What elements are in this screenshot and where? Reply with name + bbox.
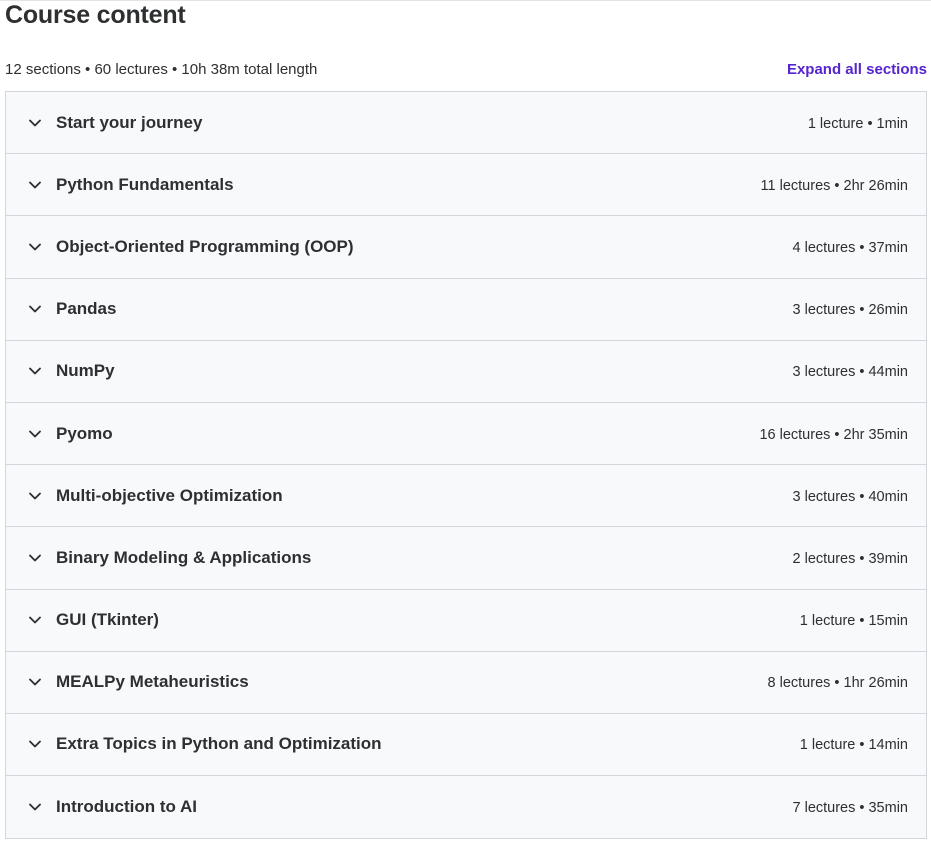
- section-row[interactable]: NumPy 3 lectures • 44min: [6, 340, 926, 403]
- chevron-down-icon: [28, 737, 42, 751]
- section-row[interactable]: Multi-objective Optimization 3 lectures …: [6, 465, 926, 528]
- section-meta: 3 lectures • 26min: [792, 302, 909, 319]
- section-row[interactable]: Pandas 3 lectures • 26min: [6, 278, 926, 341]
- chevron-down-icon: [28, 800, 42, 814]
- section-title: Object-Oriented Programming (OOP): [56, 236, 354, 256]
- chevron-down-icon: [28, 364, 42, 378]
- chevron-down-icon: [28, 613, 42, 627]
- section-title: MEALPy Metaheuristics: [56, 672, 249, 692]
- page-title: Course content: [5, 1, 186, 29]
- section-title: Introduction to AI: [56, 797, 198, 817]
- section-row[interactable]: Object-Oriented Programming (OOP) 4 lect…: [6, 216, 926, 279]
- section-meta: 11 lectures • 2hr 26min: [760, 177, 908, 194]
- section-title: Pyomo: [56, 423, 113, 443]
- section-title: Pandas: [56, 299, 117, 319]
- section-meta: 8 lectures • 1hr 26min: [767, 675, 908, 692]
- section-row[interactable]: Extra Topics in Python and Optimization …: [6, 713, 926, 777]
- section-title: Binary Modeling & Applications: [56, 547, 312, 567]
- section-row[interactable]: GUI (Tkinter) 1 lecture • 15min: [6, 589, 926, 652]
- course-summary: 12 sections • 60 lectures • 10h 38m tota…: [5, 60, 318, 78]
- section-row[interactable]: Python Fundamentals 11 lectures • 2hr 26…: [6, 154, 926, 217]
- chevron-down-icon: [28, 675, 42, 689]
- chevron-down-icon: [28, 302, 42, 316]
- section-list: Start your journey 1 lecture • 1min Pyth…: [5, 91, 927, 840]
- section-row[interactable]: MEALPy Metaheuristics 8 lectures • 1hr 2…: [6, 651, 926, 714]
- chevron-down-icon: [28, 551, 42, 565]
- section-meta: 3 lectures • 44min: [792, 364, 909, 381]
- chevron-down-icon: [28, 178, 42, 192]
- expand-all-sections-button[interactable]: Expand all sections: [787, 61, 927, 78]
- section-meta: 7 lectures • 35min: [792, 800, 909, 817]
- section-row[interactable]: Start your journey 1 lecture • 1min: [6, 92, 926, 155]
- chevron-down-icon: [28, 427, 42, 441]
- section-meta: 3 lectures • 40min: [792, 488, 909, 505]
- section-meta: 4 lectures • 37min: [792, 239, 909, 256]
- course-summary-row: 12 sections • 60 lectures • 10h 38m tota…: [5, 58, 927, 80]
- section-title: Extra Topics in Python and Optimization: [56, 734, 382, 754]
- section-meta: 1 lecture • 15min: [799, 613, 908, 630]
- section-title: Start your journey: [56, 112, 203, 132]
- chevron-down-icon: [28, 116, 42, 130]
- section-title: NumPy: [56, 361, 115, 381]
- section-row[interactable]: Pyomo 16 lectures • 2hr 35min: [6, 402, 926, 466]
- section-title: Multi-objective Optimization: [56, 485, 283, 505]
- chevron-down-icon: [28, 489, 42, 503]
- section-meta: 2 lectures • 39min: [792, 550, 909, 567]
- section-title: GUI (Tkinter): [56, 610, 159, 630]
- section-meta: 1 lecture • 14min: [799, 737, 908, 754]
- chevron-down-icon: [28, 240, 42, 254]
- section-title: Python Fundamentals: [56, 174, 234, 194]
- section-row[interactable]: Binary Modeling & Applications 2 lecture…: [6, 527, 926, 590]
- section-meta: 1 lecture • 1min: [807, 115, 908, 132]
- section-meta: 16 lectures • 2hr 35min: [759, 426, 908, 443]
- section-row[interactable]: Introduction to AI 7 lectures • 35min: [6, 776, 926, 839]
